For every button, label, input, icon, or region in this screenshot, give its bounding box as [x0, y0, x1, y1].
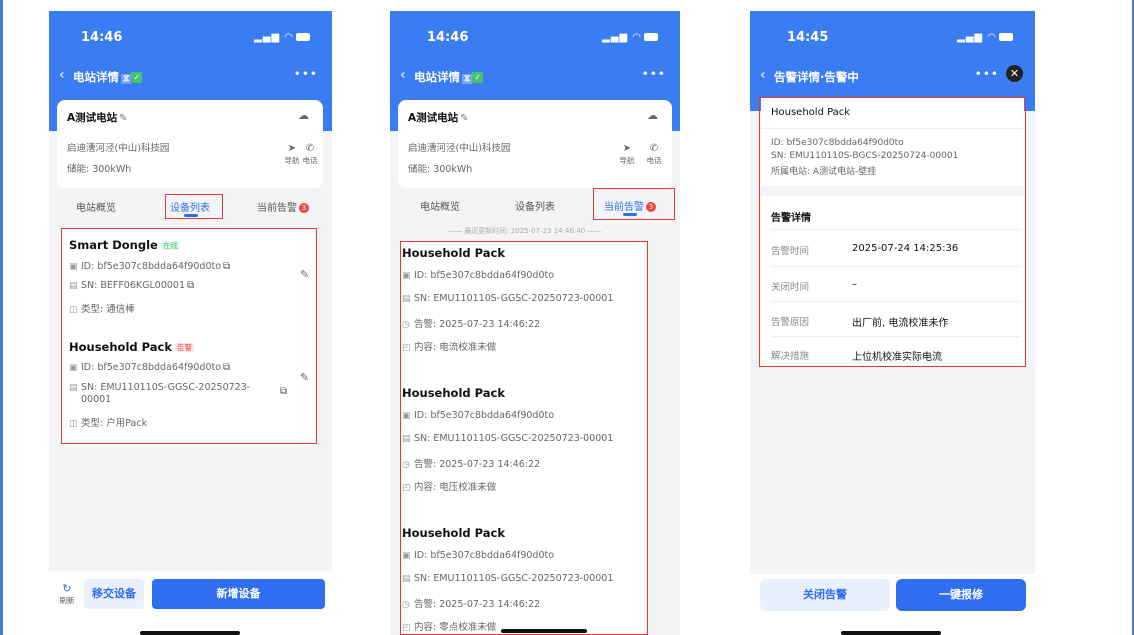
- station-name: A测试电站 ✎: [408, 112, 469, 124]
- status-bar: 14:46 ▂▄▆ ◠: [390, 30, 680, 50]
- highlight-box-list: [61, 228, 317, 444]
- navigate-button[interactable]: ➤ 导航: [617, 143, 637, 166]
- home-indicator: [501, 629, 587, 633]
- station-capacity: 储能: 300kWh: [408, 164, 473, 175]
- more-icon[interactable]: •••: [294, 67, 318, 81]
- signal-wifi-battery-icon: ▂▄▆ ◠: [254, 32, 310, 43]
- tab-overview[interactable]: 电站概览: [76, 199, 116, 214]
- station-address: 启迪漕河泾(中山)科技园: [408, 143, 511, 154]
- back-icon[interactable]: ‹: [400, 67, 406, 83]
- add-device-button[interactable]: 新增设备: [152, 579, 325, 609]
- bottom-bar: 关闭告警 一键报修: [750, 574, 1035, 635]
- navigation-icon: ➤: [287, 143, 297, 154]
- hourglass-icon: ⧖: [462, 74, 473, 84]
- phone-device-list: 14:46 ▂▄▆ ◠ ‹ 电站详情 ⧖ ✓ ••• A测试电站 ✎ ☁ 启迪漕河泾(…: [49, 11, 332, 635]
- transfer-device-button[interactable]: 移交设备: [84, 579, 144, 609]
- phone-icon: ✆: [305, 143, 315, 154]
- bottom-bar: ↻ 刷新 移交设备 新增设备: [49, 571, 332, 635]
- signal-wifi-battery-icon: ▂▄▆ ◠: [602, 32, 658, 43]
- nav-bar: ‹ 告警详情·告警中 ••• ✕: [750, 65, 1035, 89]
- edit-icon[interactable]: ✎: [460, 113, 468, 124]
- station-card: A测试电站 ✎ ☁ 启迪漕河泾(中山)科技园 储能: 300kWh ➤ 导航 ✆ 电话: [57, 100, 323, 188]
- refresh-icon: ↻: [62, 582, 72, 595]
- status-time: 14:45: [787, 30, 829, 45]
- back-icon[interactable]: ‹: [59, 67, 65, 83]
- tab-overview[interactable]: 电站概览: [420, 198, 460, 213]
- more-icon[interactable]: •••: [642, 67, 666, 81]
- phone-icon: ✆: [649, 143, 659, 154]
- status-bar: 14:46 ▂▄▆ ◠: [49, 30, 332, 50]
- tab-current-alarms[interactable]: 当前告警 3: [257, 199, 309, 214]
- station-name: A测试电站 ✎: [67, 112, 128, 124]
- check-icon: ✓: [131, 72, 143, 83]
- refresh-button[interactable]: ↻ 刷新: [57, 582, 77, 606]
- header-background: [750, 11, 1035, 111]
- more-icon[interactable]: •••: [975, 67, 999, 81]
- check-icon: ✓: [472, 72, 484, 83]
- nav-title: 告警详情·告警中: [774, 70, 859, 84]
- navigation-icon: ➤: [622, 143, 632, 154]
- navigate-button[interactable]: ➤ 导航: [282, 143, 302, 166]
- home-indicator: [841, 631, 941, 635]
- nav-title: 电站详情 ⧖ ✓: [414, 69, 484, 85]
- tab-device-list[interactable]: 设备列表: [515, 198, 555, 213]
- station-capacity: 储能: 300kWh: [67, 164, 132, 175]
- cloud-icon[interactable]: ☁: [298, 109, 309, 122]
- back-icon[interactable]: ‹: [760, 67, 766, 83]
- report-repair-button[interactable]: 一键报修: [896, 579, 1026, 611]
- edit-icon[interactable]: ✎: [119, 113, 127, 124]
- highlight-box-tab: [165, 194, 223, 219]
- call-button[interactable]: ✆ 电话: [300, 143, 320, 166]
- close-alarm-button[interactable]: 关闭告警: [760, 579, 890, 611]
- last-updated: —— 最近更新时间: 2025-07-23 14:46:40 ——: [448, 227, 602, 235]
- highlight-box-list: [400, 241, 648, 635]
- alarm-count-badge: 3: [299, 203, 309, 213]
- highlight-box-detail: [759, 97, 1026, 367]
- station-address: 启迪漕河泾(中山)科技园: [67, 143, 170, 154]
- hourglass-icon: ⧖: [121, 74, 132, 84]
- phone-alarm-detail: 14:45 ▂▄▆ ◠ ‹ 告警详情·告警中 ••• ✕ Household P…: [750, 11, 1035, 635]
- status-time: 14:46: [81, 30, 123, 45]
- nav-bar: ‹ 电站详情 ⧖ ✓ •••: [49, 67, 332, 89]
- close-icon[interactable]: ✕: [1006, 65, 1023, 82]
- highlight-box-tab: [593, 188, 675, 220]
- cloud-icon[interactable]: ☁: [647, 109, 658, 122]
- call-button[interactable]: ✆ 电话: [644, 143, 664, 166]
- home-indicator: [140, 631, 240, 635]
- status-bar: 14:45 ▂▄▆ ◠: [750, 30, 1035, 50]
- nav-bar: ‹ 电站详情 ⧖ ✓ •••: [390, 67, 680, 89]
- nav-title: 电站详情 ⧖ ✓: [73, 69, 143, 85]
- signal-wifi-battery-icon: ▂▄▆ ◠: [957, 32, 1013, 43]
- status-time: 14:46: [427, 30, 469, 45]
- station-card: A测试电站 ✎ ☁ 启迪漕河泾(中山)科技园 储能: 300kWh ➤ 导航 ✆ 电话: [398, 100, 672, 188]
- phone-current-alarms: 14:46 ▂▄▆ ◠ ‹ 电站详情 ⧖ ✓ ••• A测试电站 ✎ ☁ 启迪漕河泾(…: [390, 11, 680, 635]
